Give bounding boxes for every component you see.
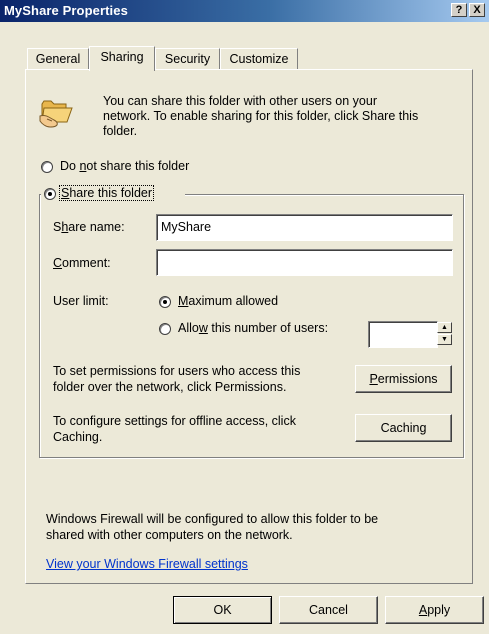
caching-text-line1: To configure settings for offline access… (53, 414, 296, 428)
permissions-text-line1: To set permissions for users who access … (53, 364, 301, 378)
comment-label: Comment: (53, 256, 111, 270)
permissions-button[interactable]: Permissions (355, 365, 452, 393)
firewall-settings-link[interactable]: View your Windows Firewall settings (46, 557, 248, 571)
allow-number-radio[interactable] (159, 323, 171, 335)
firewall-text-line1: Windows Firewall will be configured to a… (46, 512, 379, 526)
firewall-text-line2: shared with other computers on the netwo… (46, 528, 293, 542)
intro-text-line3: folder. (103, 124, 138, 138)
maximum-allowed-label[interactable]: Maximum allowed (178, 294, 278, 308)
share-this-folder-radio[interactable] (44, 188, 56, 200)
spinner-up-icon[interactable]: ▲ (437, 322, 452, 333)
do-not-share-radio[interactable] (41, 161, 53, 173)
share-this-folder-label[interactable]: Share this folder (58, 185, 155, 201)
user-count-spinner-input[interactable] (368, 321, 438, 348)
apply-button[interactable]: Apply (385, 596, 484, 624)
spinner-down-icon[interactable]: ▼ (437, 334, 452, 345)
share-name-input[interactable]: MyShare (156, 214, 453, 241)
maximum-allowed-radio[interactable] (159, 296, 171, 308)
properties-dialog: MyShare Properties ? X General Sharing S… (0, 0, 489, 634)
allow-number-label[interactable]: Allow this number of users: (178, 321, 328, 335)
shared-folder-icon (38, 94, 76, 130)
ok-button[interactable]: OK (173, 596, 272, 624)
comment-input[interactable] (156, 249, 453, 276)
user-limit-label: User limit: (53, 294, 109, 308)
intro-text-line2: network. To enable sharing for this fold… (103, 109, 419, 123)
intro-text-line1: You can share this folder with other use… (103, 94, 377, 108)
caching-button[interactable]: Caching (355, 414, 452, 442)
do-not-share-label[interactable]: Do not share this folder (60, 159, 189, 173)
caching-text-line2: Caching. (53, 430, 103, 444)
permissions-text-line2: folder over the network, click Permissio… (53, 380, 287, 394)
share-name-label: Share name: (53, 220, 125, 234)
cancel-button[interactable]: Cancel (279, 596, 378, 624)
